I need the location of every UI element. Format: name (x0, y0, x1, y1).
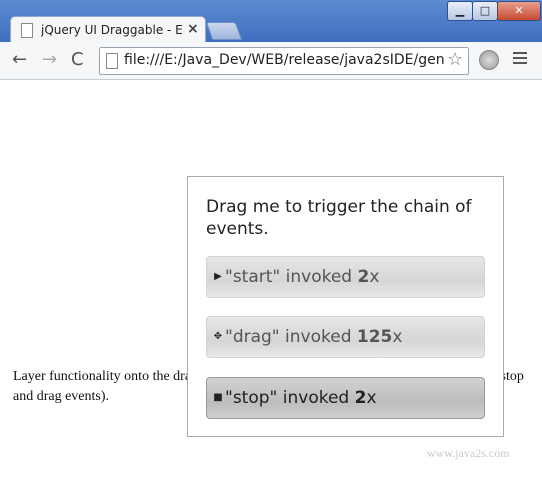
event-label: "drag" invoked (225, 327, 357, 347)
bookmark-star-icon[interactable]: ☆ (447, 49, 463, 70)
draggable-message: Drag me to trigger the chain of events. (206, 197, 472, 239)
event-label: "start" invoked (225, 267, 358, 287)
event-drag-counter: ✥ "drag" invoked 125x (206, 316, 485, 358)
event-suffix: x (366, 388, 377, 408)
browser-tab[interactable]: jQuery UI Draggable - Even × (10, 16, 206, 43)
window-titlebar: ▁ □ ✕ jQuery UI Draggable - Even × (0, 0, 542, 43)
event-suffix: x (392, 327, 403, 347)
event-label: "stop" invoked (225, 388, 355, 408)
event-count: 2 (357, 267, 370, 287)
reload-icon[interactable]: C (71, 50, 84, 70)
browser-toolbar: ← → C file:///E:/Java_Dev/WEB/release/ja… (0, 42, 542, 80)
close-window-button[interactable]: ✕ (497, 1, 541, 21)
event-count: 125 (356, 327, 393, 347)
forward-arrow-icon[interactable]: → (42, 50, 57, 70)
event-count: 2 (354, 388, 367, 408)
event-suffix: x (369, 267, 380, 287)
close-tab-icon[interactable]: × (187, 21, 199, 37)
url-text[interactable]: file:///E:/Java_Dev/WEB/release/java2sID… (124, 52, 446, 68)
menu-icon[interactable] (513, 52, 527, 67)
page-content: Layer functionality onto the draggable w… (0, 80, 542, 482)
minimize-button[interactable]: ▁ (447, 1, 473, 21)
event-stop-counter: ■ "stop" invoked 2x (206, 377, 485, 419)
page-icon (106, 53, 118, 69)
page-icon (21, 23, 33, 38)
tab-title: jQuery UI Draggable - Even (41, 23, 183, 37)
draggable-box[interactable]: Drag me to trigger the chain of events. … (187, 176, 504, 437)
stop-icon: ■ (213, 392, 223, 403)
event-start-counter: ▶ "start" invoked 2x (206, 256, 485, 298)
play-icon: ▶ (214, 271, 222, 282)
address-bar[interactable]: file:///E:/Java_Dev/WEB/release/java2sID… (99, 47, 469, 75)
extension-icon[interactable] (479, 50, 499, 70)
watermark: www.java2s.com (427, 446, 510, 460)
move-arrows-icon: ✥ (213, 331, 223, 342)
new-tab-button[interactable] (205, 22, 243, 40)
maximize-button[interactable]: □ (472, 1, 498, 21)
back-arrow-icon[interactable]: ← (12, 50, 27, 70)
